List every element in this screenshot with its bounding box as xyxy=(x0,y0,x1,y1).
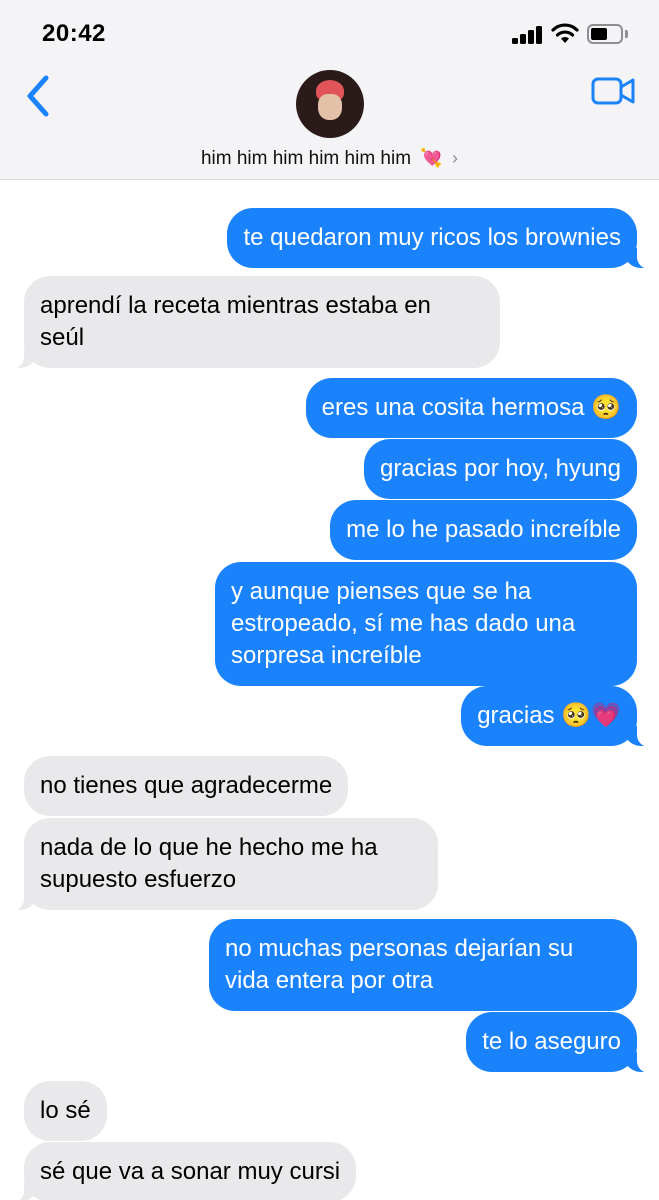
sent-message[interactable]: te lo aseguro xyxy=(466,1012,655,1073)
received-message[interactable]: lo sé xyxy=(24,1081,107,1141)
conversation-header: 20:42 him him him him him him 💘 › xyxy=(0,0,659,180)
received-message[interactable]: aprendí la receta mientras estaba en seú… xyxy=(6,276,500,369)
sent-message[interactable]: gracias 🥺💗 xyxy=(461,686,655,747)
sent-message[interactable]: y aunque pienses que se ha estropeado, s… xyxy=(215,562,637,686)
heart-arrow-emoji: 💘 xyxy=(420,148,443,168)
battery-icon xyxy=(587,24,623,44)
battery-tip xyxy=(625,30,628,38)
received-message[interactable]: nada de lo que he hecho me ha supuesto e… xyxy=(6,818,438,911)
sent-message[interactable]: eres una cosita hermosa 🥺 xyxy=(305,378,637,438)
sent-message[interactable]: no muchas personas dejarían su vida ente… xyxy=(209,919,637,1011)
pleading-face-emoji: 🥺 xyxy=(591,394,621,421)
sent-message[interactable]: me lo he pasado increíble xyxy=(330,500,637,560)
sent-message[interactable]: gracias por hoy, hyung xyxy=(363,439,637,499)
back-chevron-icon[interactable] xyxy=(20,72,54,120)
contact-name-row[interactable]: him him him him him him 💘 › xyxy=(0,148,659,170)
contact-avatar[interactable] xyxy=(296,70,364,138)
pleading-heart-emoji: 🥺💗 xyxy=(561,702,621,729)
sent-message[interactable]: te quedaron muy ricos los brownies xyxy=(227,208,655,269)
contact-name: him him him him him him xyxy=(200,148,412,169)
received-message[interactable]: sé que va a sonar muy cursi xyxy=(5,1142,357,1200)
chevron-right-icon: › xyxy=(452,148,459,168)
status-time: 20:42 xyxy=(42,20,106,47)
received-message[interactable]: no tienes que agradecerme xyxy=(24,756,349,816)
wifi-icon xyxy=(551,23,579,43)
video-camera-icon[interactable] xyxy=(590,74,636,108)
cellular-signal-icon xyxy=(512,26,544,44)
